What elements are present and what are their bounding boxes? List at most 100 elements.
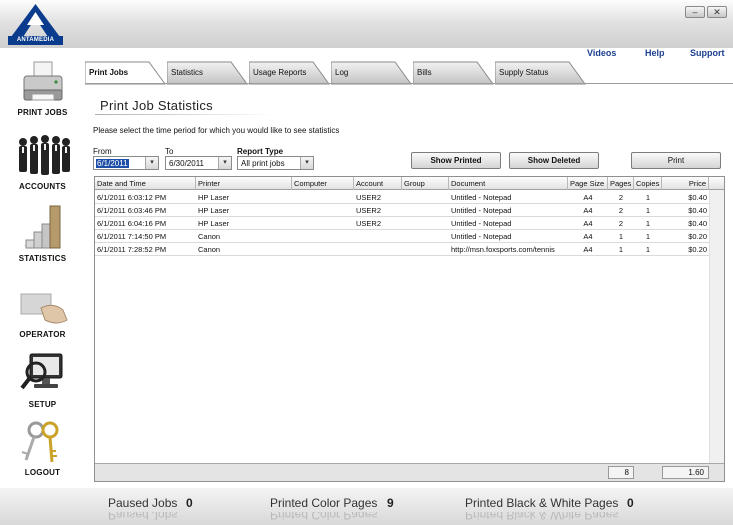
bar-chart-icon	[23, 205, 60, 249]
cell-price: $0.40	[688, 206, 707, 215]
tab-usage-reports[interactable]: Usage Reports	[249, 61, 331, 85]
sidebar-item-setup[interactable]: SETUP	[0, 350, 85, 409]
tab-label: Log	[335, 68, 349, 77]
table-row[interactable]: 6/1/2011 7:28:52 PM Canon http://msn.fox…	[95, 243, 709, 256]
cell-date: 6/1/2011 6:03:46 PM	[97, 206, 167, 215]
cell-copies: 1	[645, 193, 651, 202]
print-jobs-table: Date and Time Printer Computer Account G…	[94, 176, 725, 482]
from-date-value: 6/1/2011	[96, 159, 129, 168]
cell-account: USER2	[356, 206, 382, 215]
column-header[interactable]: Date and Time	[95, 177, 196, 190]
sidebar-item-logout[interactable]: LOGOUT	[0, 420, 85, 477]
report-type-dropdown[interactable]: ▾	[300, 157, 313, 169]
cell-printer: HP Laser	[198, 219, 230, 228]
column-header[interactable]: Pages	[608, 177, 634, 190]
column-header[interactable]: Page Size	[568, 177, 608, 190]
cell-group	[402, 230, 449, 243]
table-row[interactable]: 6/1/2011 6:04:16 PM HP Laser USER2 Untit…	[95, 217, 709, 230]
link-help[interactable]: Help	[645, 48, 665, 58]
cell-document: http://msn.foxsports.com/tennis	[451, 245, 555, 254]
column-header[interactable]: Document	[449, 177, 568, 190]
tab-log[interactable]: Log	[331, 61, 413, 85]
table-row[interactable]: 6/1/2011 6:03:46 PM HP Laser USER2 Untit…	[95, 204, 709, 217]
from-date-picker[interactable]: 6/1/2011 ▾	[93, 156, 159, 170]
sidebar-item-print-jobs[interactable]: PRINT JOBS	[0, 60, 85, 117]
total-pages: 8	[608, 466, 634, 479]
monitor-magnifier-icon	[19, 353, 62, 390]
cell-price: $0.40	[688, 193, 707, 202]
from-label: From	[93, 147, 112, 156]
minimize-button[interactable]: –	[685, 6, 705, 18]
cell-account	[354, 243, 402, 256]
sidebar-item-label: PRINT JOBS	[17, 108, 68, 117]
column-header[interactable]: Computer	[292, 177, 354, 190]
sidebar-item-label: STATISTICS	[18, 254, 67, 263]
cell-copies: 1	[645, 206, 651, 215]
bw-pages-value: 0	[627, 496, 634, 510]
sidebar-item-operator[interactable]: OPERATOR	[0, 288, 85, 339]
table-row[interactable]: 6/1/2011 6:03:12 PM HP Laser USER2 Untit…	[95, 191, 709, 204]
chevron-down-icon: ▾	[223, 159, 227, 166]
cell-document: Untitled - Notepad	[451, 206, 512, 215]
close-button[interactable]: ✕	[707, 6, 727, 18]
cell-account: USER2	[356, 219, 382, 228]
color-pages-label: Printed Color Pages	[270, 496, 378, 510]
tab-label: Print Jobs	[89, 68, 129, 77]
show-printed-button[interactable]: Show Printed	[411, 152, 501, 169]
table-row[interactable]: 6/1/2011 7:14:50 PM Canon Untitled - Not…	[95, 230, 709, 243]
cell-document: Untitled - Notepad	[451, 232, 512, 241]
page-title: Print Job Statistics	[100, 98, 213, 113]
cell-account	[354, 230, 402, 243]
status-bar: Paused Jobs 0 Printed Color Pages 9 Prin…	[0, 488, 733, 525]
chevron-down-icon: ▾	[150, 159, 154, 166]
instructions-text: Please select the time period for which …	[93, 126, 340, 135]
from-date-dropdown[interactable]: ▾	[145, 157, 158, 169]
cell-pages: 2	[618, 219, 624, 228]
tab-label: Statistics	[171, 68, 204, 77]
cell-computer	[292, 191, 354, 204]
cell-pages: 1	[618, 245, 624, 254]
show-deleted-button[interactable]: Show Deleted	[509, 152, 599, 169]
column-header[interactable]: Account	[354, 177, 402, 190]
cell-date: 6/1/2011 7:14:50 PM	[97, 232, 167, 241]
to-date-picker[interactable]: 6/30/2011 ▾	[165, 156, 232, 170]
color-pages-reflection: Printed Color Pages	[270, 512, 378, 522]
to-date-dropdown[interactable]: ▾	[218, 157, 231, 169]
card-icon	[20, 293, 68, 324]
antamedia-logo: ANTAMEDIA	[8, 3, 63, 45]
title-bar: ANTAMEDIA – ✕	[0, 0, 733, 48]
to-date-value: 6/30/2011	[169, 159, 204, 168]
link-videos[interactable]: Videos	[587, 48, 616, 58]
tab-print-jobs[interactable]: Print Jobs	[85, 61, 167, 85]
table-scrollbar[interactable]	[709, 190, 724, 463]
sidebar-item-accounts[interactable]: ACCOUNTS	[0, 134, 85, 191]
bw-pages-reflection: Printed Black & White Pages	[465, 512, 619, 522]
column-header[interactable]: Copies	[634, 177, 662, 190]
logo-a-icon	[11, 4, 60, 37]
cell-page-size: A4	[583, 232, 593, 241]
cell-computer	[292, 204, 354, 217]
tab-label: Supply Status	[499, 68, 549, 77]
sidebar-item-label: LOGOUT	[24, 468, 61, 477]
cell-date: 6/1/2011 7:28:52 PM	[97, 245, 167, 254]
cell-group	[402, 243, 449, 256]
column-header[interactable]: Printer	[196, 177, 292, 190]
tab-statistics[interactable]: Statistics	[167, 61, 249, 85]
table-totals-bar: 8 1.60	[95, 463, 724, 481]
cell-document: Untitled - Notepad	[451, 193, 512, 202]
sidebar-item-statistics[interactable]: STATISTICS	[0, 202, 85, 263]
table-header: Date and Time Printer Computer Account G…	[95, 177, 724, 190]
print-button[interactable]: Print	[631, 152, 721, 169]
tab-supply-status[interactable]: Supply Status	[495, 61, 587, 85]
column-header[interactable]: Group	[402, 177, 449, 190]
tab-bills[interactable]: Bills	[413, 61, 495, 85]
keys-icon	[21, 421, 58, 463]
cell-account: USER2	[356, 193, 382, 202]
cell-printer: Canon	[198, 245, 221, 254]
link-support[interactable]: Support	[690, 48, 725, 58]
cell-page-size: A4	[583, 206, 593, 215]
cell-computer	[292, 243, 354, 256]
cell-group	[402, 204, 449, 217]
report-type-select[interactable]: All print jobs ▾	[237, 156, 314, 170]
column-header[interactable]: Price	[662, 177, 709, 190]
